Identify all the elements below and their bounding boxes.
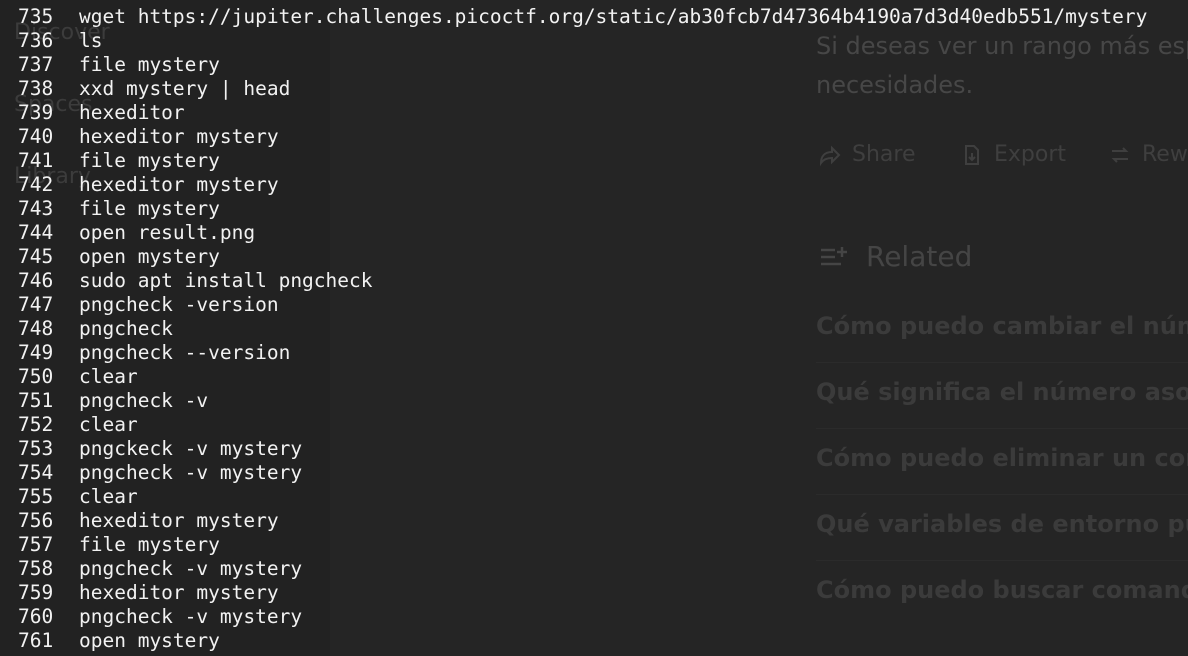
history-command: ls: [79, 29, 103, 52]
history-number: 759: [18, 581, 54, 604]
history-number: 740: [18, 125, 54, 148]
history-command: pngcheck -version: [79, 293, 279, 316]
history-command: file mystery: [79, 197, 220, 220]
history-command: pngcheck --version: [79, 341, 291, 364]
history-number: 752: [18, 413, 54, 436]
history-command: xxd mystery | head: [79, 77, 291, 100]
history-command: pngcheck -v mystery: [79, 605, 303, 628]
history-command: hexeditor mystery: [79, 509, 279, 532]
history-command: hexeditor mystery: [79, 125, 279, 148]
history-command: clear: [79, 365, 138, 388]
history-number: 744: [18, 221, 54, 244]
history-number: 755: [18, 485, 54, 508]
history-number: 761: [18, 629, 54, 652]
history-command: open mystery: [79, 629, 220, 652]
history-command: clear: [79, 413, 138, 436]
history-command: hexeditor mystery: [79, 581, 279, 604]
history-number: 736: [18, 29, 54, 52]
history-command: file mystery: [79, 53, 220, 76]
history-number: 749: [18, 341, 54, 364]
history-number: 754: [18, 461, 54, 484]
history-number: 751: [18, 389, 54, 412]
history-number: 739: [18, 101, 54, 124]
history-command: file mystery: [79, 149, 220, 172]
history-command: wget https://jupiter.challenges.picoctf.…: [79, 5, 1148, 28]
history-number: 750: [18, 365, 54, 388]
history-command: pngckeck -v mystery: [79, 437, 303, 460]
history-command: pngcheck -v mystery: [79, 461, 303, 484]
history-number: 743: [18, 197, 54, 220]
history-command: hexeditor: [79, 101, 185, 124]
history-command: pngcheck -v: [79, 389, 209, 412]
history-command: open mystery: [79, 245, 220, 268]
history-command: sudo apt install pngcheck: [79, 269, 373, 292]
history-command: hexeditor mystery: [79, 173, 279, 196]
screen: Discover Spaces Library Si deseas ver un…: [0, 0, 1188, 656]
history-number: 760: [18, 605, 54, 628]
terminal-output[interactable]: 735 wget https://jupiter.challenges.picoc…: [0, 0, 1188, 656]
history-number: 758: [18, 557, 54, 580]
history-number: 737: [18, 53, 54, 76]
history-command: clear: [79, 485, 138, 508]
history-number: 735: [18, 5, 54, 28]
history-number: 738: [18, 77, 54, 100]
history-number: 757: [18, 533, 54, 556]
history-number: 756: [18, 509, 54, 532]
history-number: 753: [18, 437, 54, 460]
history-command: pngcheck: [79, 317, 173, 340]
history-command: open result.png: [79, 221, 256, 244]
history-number: 745: [18, 245, 54, 268]
history-number: 741: [18, 149, 54, 172]
history-command: pngcheck -v mystery: [79, 557, 303, 580]
history-number: 747: [18, 293, 54, 316]
history-number: 742: [18, 173, 54, 196]
history-command: file mystery: [79, 533, 220, 556]
history-number: 746: [18, 269, 54, 292]
history-number: 748: [18, 317, 54, 340]
